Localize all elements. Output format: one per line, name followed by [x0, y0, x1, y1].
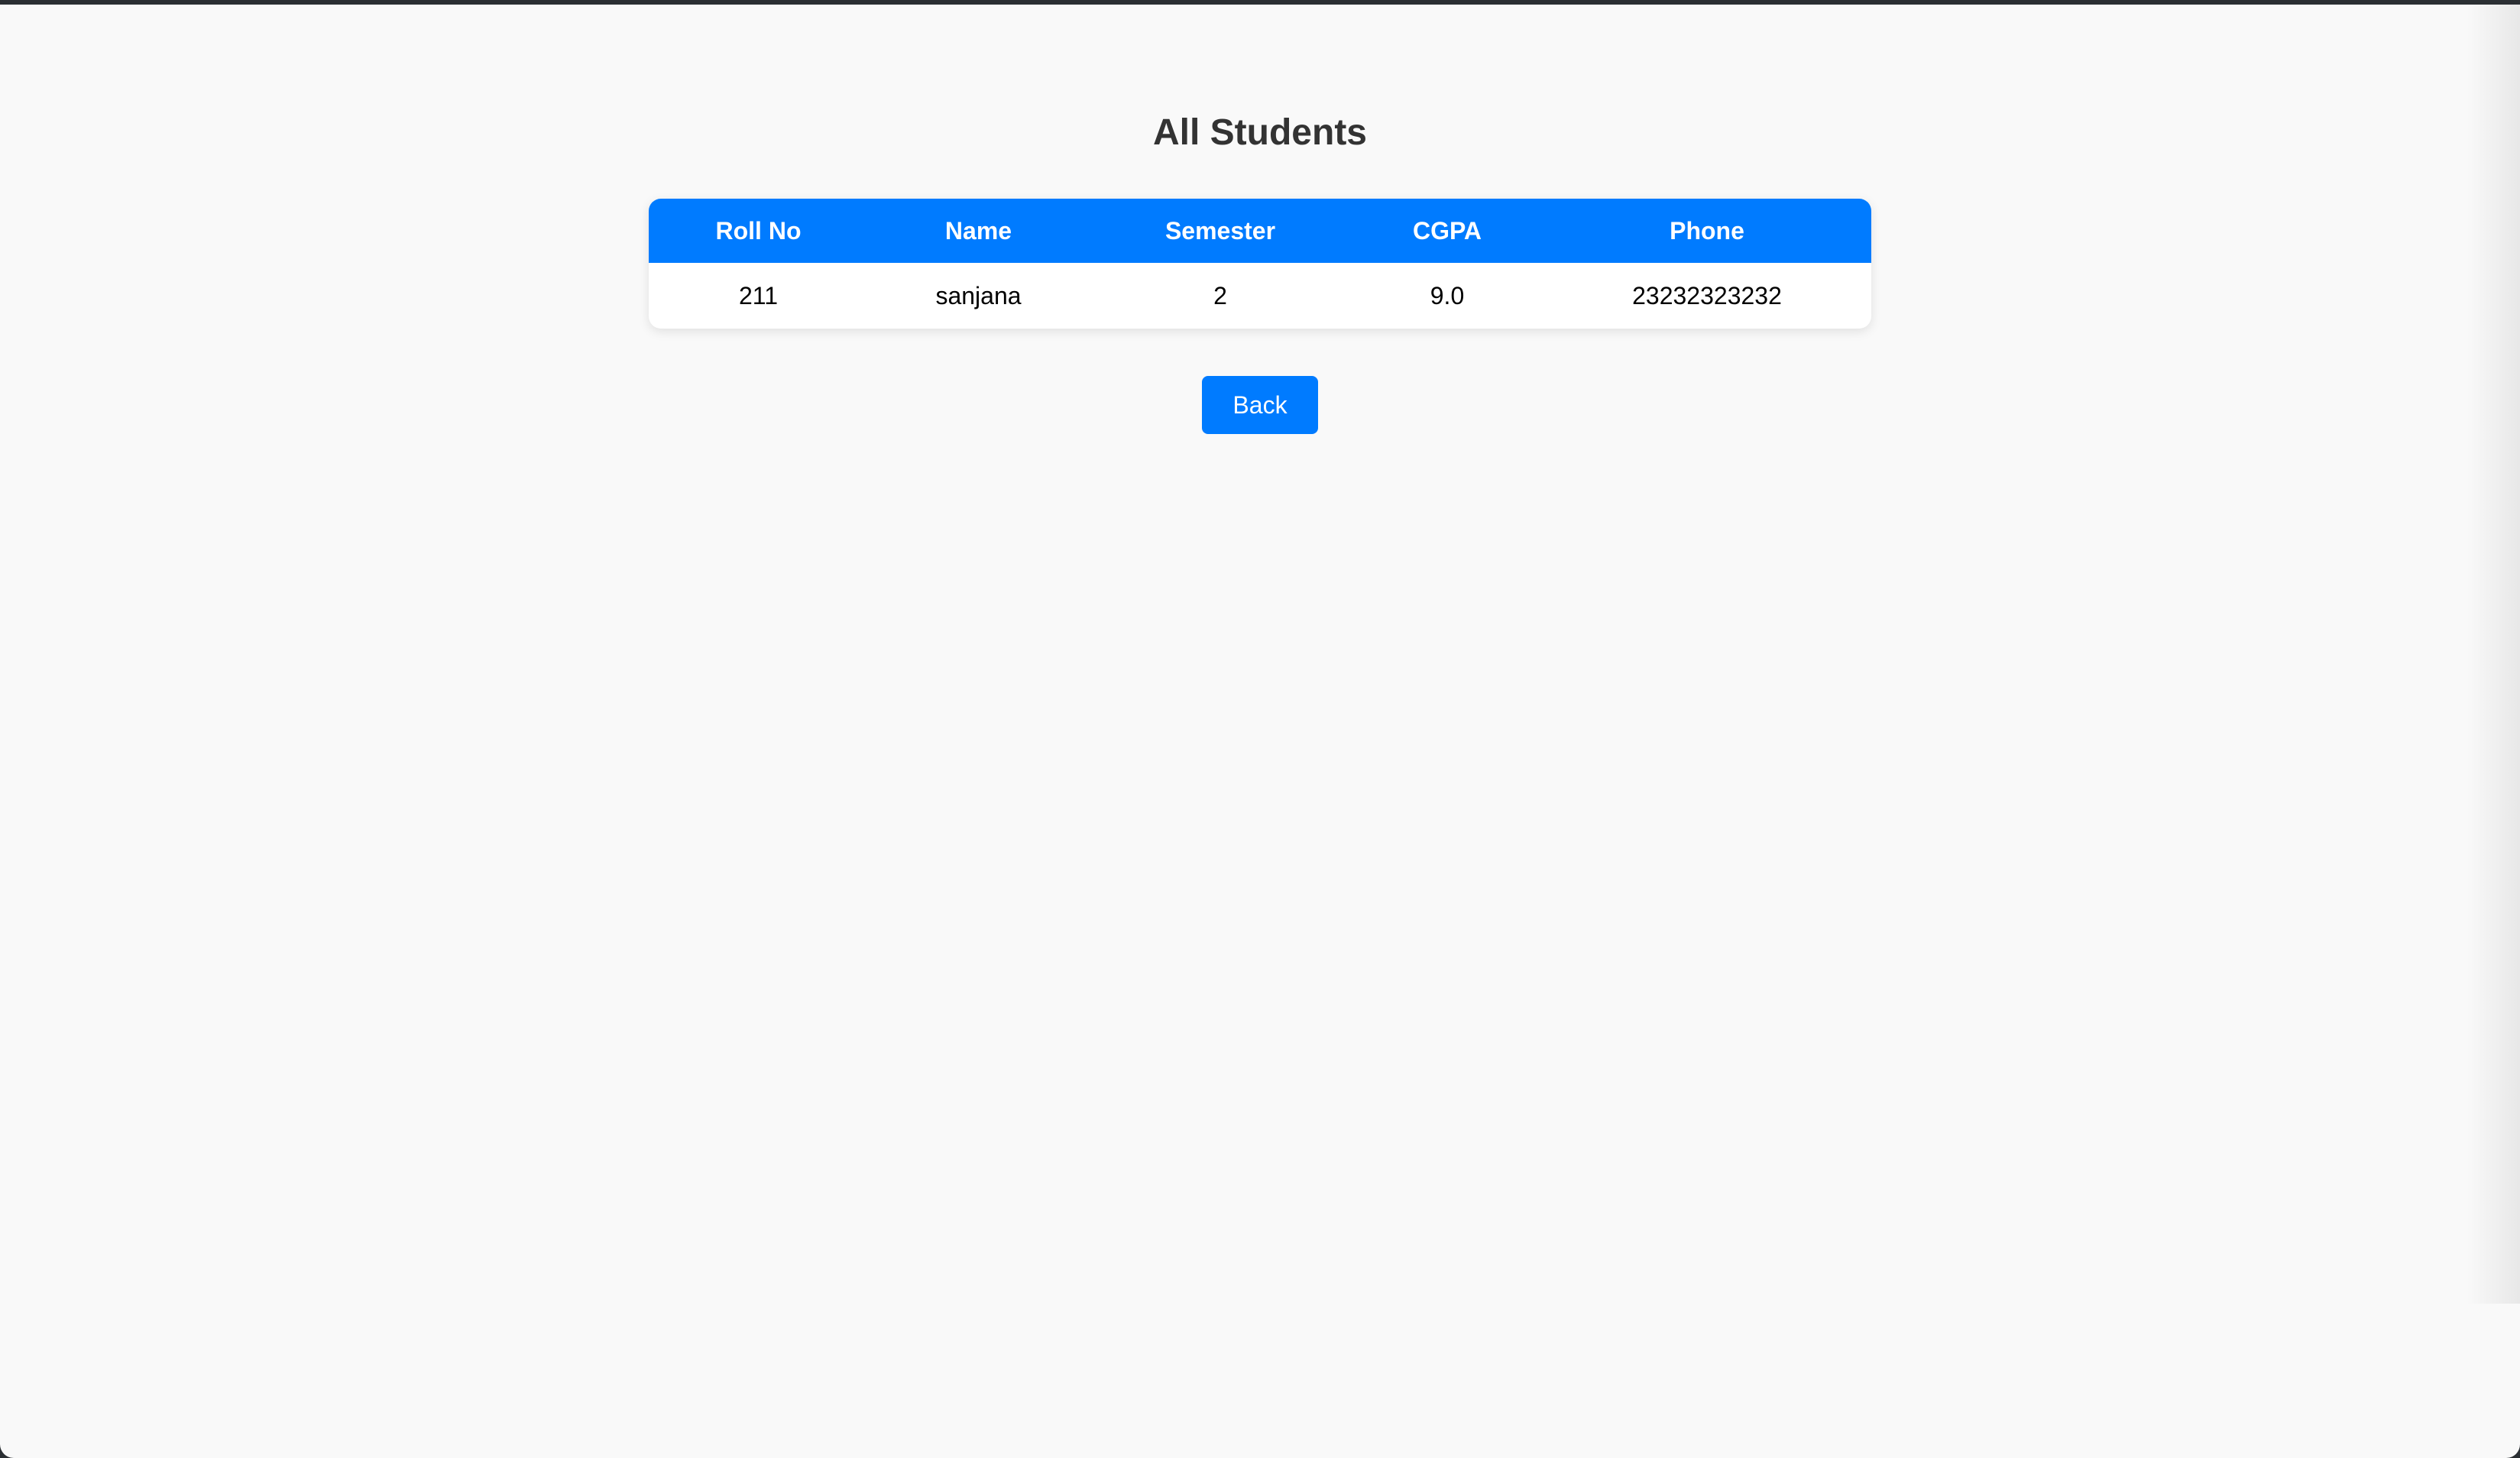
header-cgpa: CGPA: [1352, 199, 1543, 263]
table-header-row: Roll No Name Semester CGPA Phone: [649, 199, 1871, 263]
students-table: Roll No Name Semester CGPA Phone 211 san…: [649, 199, 1871, 329]
page-title: All Students: [1152, 112, 1367, 153]
back-button[interactable]: Back: [1202, 376, 1318, 434]
cell-semester: 2: [1213, 281, 1227, 309]
table-body: 211 sanjana 2 9.0 23232323232: [649, 263, 1871, 329]
header-phone: Phone: [1543, 199, 1871, 263]
cell-phone: 23232323232: [1632, 281, 1782, 309]
table-row: 211 sanjana 2 9.0 23232323232: [649, 263, 1871, 329]
browser-page: All Students Roll No Name Semester CGPA: [0, 5, 2520, 1458]
main-content: All Students Roll No Name Semester CGPA: [0, 5, 2520, 1458]
students-table-card: Roll No Name Semester CGPA Phone 211 san…: [649, 199, 1871, 329]
cell-cgpa: 9.0: [1430, 281, 1465, 309]
header-roll-no: Roll No: [649, 199, 868, 263]
table-header: Roll No Name Semester CGPA Phone: [649, 199, 1871, 263]
cell-roll-no: 211: [738, 281, 778, 309]
header-semester: Semester: [1089, 199, 1352, 263]
header-name: Name: [868, 199, 1089, 263]
cell-name: sanjana: [935, 281, 1022, 309]
